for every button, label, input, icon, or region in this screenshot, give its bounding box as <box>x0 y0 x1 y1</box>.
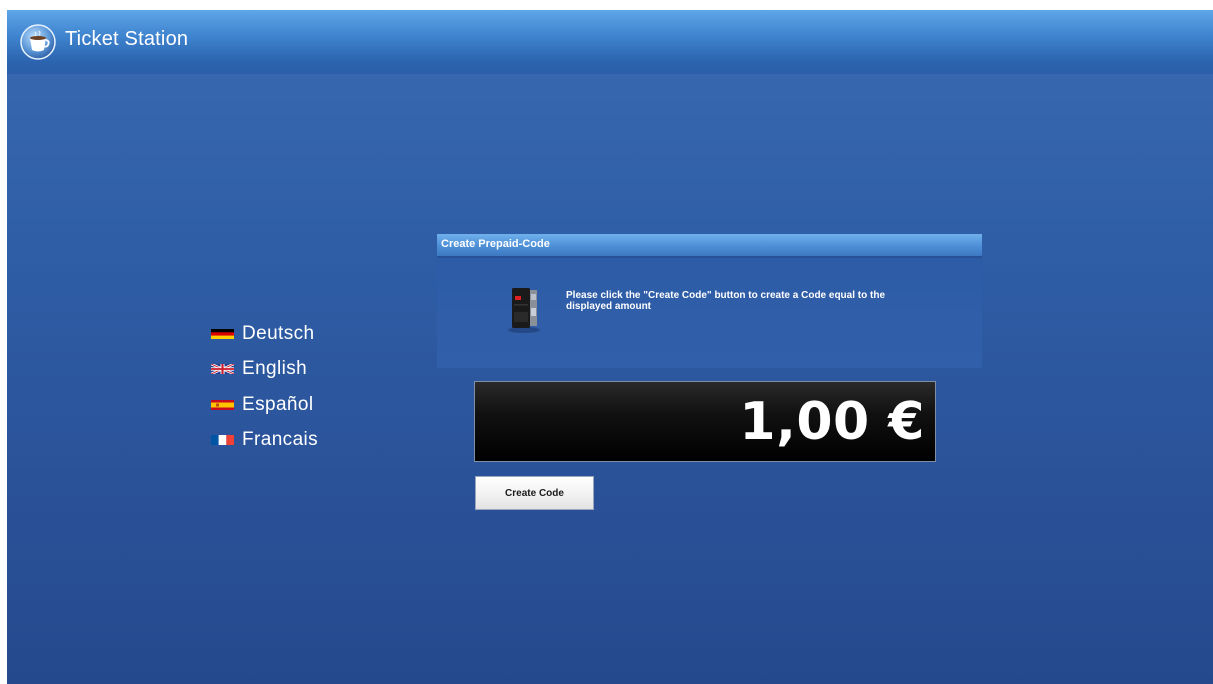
create-code-button[interactable]: Create Code <box>475 476 594 510</box>
coffee-cup-icon <box>20 24 56 60</box>
create-code-label: Create Code <box>505 487 564 499</box>
prepaid-code-panel: Create Prepaid-Code Please click the "Cr… <box>437 234 982 484</box>
language-label: Deutsch <box>242 322 315 344</box>
flag-germany-icon <box>211 328 234 339</box>
panel-title: Create Prepaid-Code <box>441 238 550 250</box>
flag-uk-icon <box>211 364 234 375</box>
language-label: Francais <box>242 429 319 451</box>
amount-value: 1,00 € <box>739 392 925 452</box>
amount-display: 1,00 € <box>474 381 936 462</box>
language-item-english[interactable]: English <box>211 352 371 388</box>
flag-france-icon <box>211 435 234 446</box>
language-item-deutsch[interactable]: Deutsch <box>211 316 371 352</box>
flag-spain-icon <box>211 399 234 410</box>
title-bar: Ticket Station <box>7 10 1213 74</box>
panel-header: Create Prepaid-Code <box>437 234 982 256</box>
language-list: Deutsch English Español Francais <box>211 316 371 458</box>
app-title: Ticket Station <box>65 28 189 50</box>
ticket-station-screen: Ticket Station Deutsch English Español F… <box>7 10 1213 684</box>
language-item-francais[interactable]: Francais <box>211 423 371 459</box>
panel-instruction: Please click the "Create Code" button to… <box>566 290 886 312</box>
language-label: English <box>242 358 308 380</box>
language-item-espanol[interactable]: Español <box>211 387 371 423</box>
panel-body: Please click the "Create Code" button to… <box>437 256 982 368</box>
language-label: Español <box>242 393 314 415</box>
ticket-terminal-icon <box>508 288 540 333</box>
